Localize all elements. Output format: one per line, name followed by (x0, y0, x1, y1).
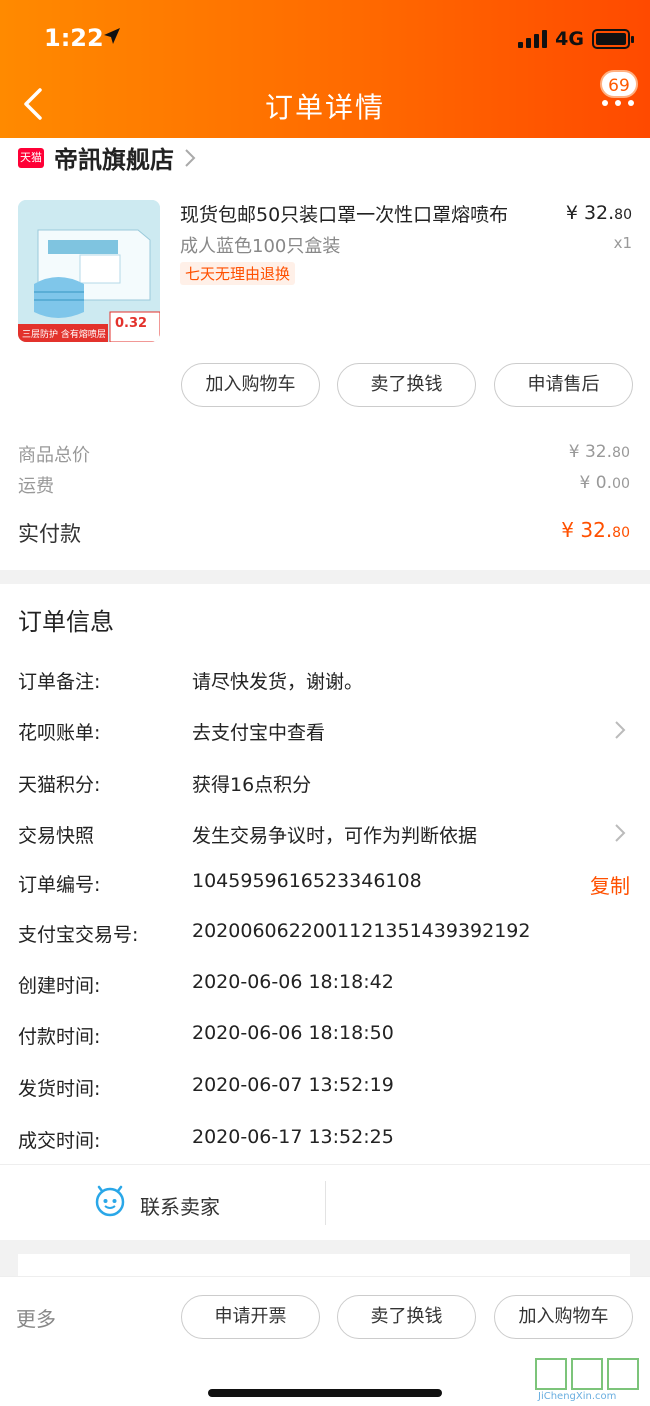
status-time: 1:22 (44, 24, 104, 52)
more-actions-button[interactable]: 更多 (16, 1303, 56, 1332)
bottom-action-bar: 更多 申请开票 卖了换钱 加入购物车 JiChengXin.com (0, 1276, 650, 1406)
network-type: 4G (555, 28, 584, 50)
chevron-right-icon[interactable] (614, 720, 626, 740)
shipping-label: 运费 (18, 476, 54, 497)
info-value: 2020-06-06 18:18:50 (192, 1022, 394, 1044)
chevron-right-icon[interactable] (614, 823, 626, 843)
alipay-trade-number: 2020060622001121351439392192 (192, 920, 531, 942)
info-label: 发货时间: (18, 1078, 101, 1100)
header-bar: 1:22 4G 订单详情 69 (0, 0, 650, 138)
info-label: 花呗账单: (18, 722, 101, 744)
page-title: 订单详情 (264, 91, 385, 124)
info-label: 订单编号: (18, 874, 101, 896)
chat-face-icon[interactable] (94, 1185, 126, 1217)
order-info-title: 订单信息 (18, 608, 114, 636)
section-divider (0, 570, 650, 584)
product-title[interactable]: 现货包邮50只装口罩一次性口罩熔喷布 (180, 200, 508, 227)
recommend-card-top (18, 1254, 630, 1278)
resell-button[interactable]: 卖了换钱 (337, 1295, 476, 1339)
home-indicator[interactable] (208, 1389, 442, 1397)
paid-cents: 80 (612, 525, 630, 541)
contact-seller-bar: 联系卖家 (0, 1164, 650, 1240)
goods-total-cents: 80 (611, 445, 630, 461)
watermark-text: JiChengXin.com (538, 1391, 617, 1402)
price-cents: 80 (614, 207, 632, 223)
product-price: ¥ 32.80 (566, 202, 632, 224)
info-value: 2020-06-17 13:52:25 (192, 1126, 394, 1148)
shop-name[interactable]: 帝訊旗舰店 (54, 140, 174, 175)
info-label: 付款时间: (18, 1026, 101, 1048)
goods-total-value: ¥ 32.80 (569, 442, 630, 462)
vertical-divider (325, 1181, 326, 1225)
shipping-main: ¥ 0. (579, 473, 612, 493)
return-policy-tag: 七天无理由退换 (180, 262, 296, 285)
info-value: 2020-06-06 18:18:42 (192, 971, 394, 993)
paid-value: ¥ 32.80 (561, 518, 630, 542)
invoice-button[interactable]: 申请开票 (181, 1295, 320, 1339)
info-label: 天猫积分: (18, 774, 101, 796)
trade-snapshot-link[interactable]: 发生交易争议时，可作为判断依据 (192, 821, 477, 848)
info-value: 获得16点积分 (192, 774, 312, 796)
contact-seller-button[interactable]: 联系卖家 (140, 1191, 220, 1220)
info-label: 支付宝交易号: (18, 924, 139, 946)
status-indicators: 4G (518, 28, 634, 50)
info-label: 创建时间: (18, 975, 101, 997)
huabei-bill-link[interactable]: 去支付宝中查看 (192, 718, 325, 745)
order-number: 1045959616523346108 (192, 870, 422, 892)
signal-icon (518, 30, 548, 48)
shipping-value: ¥ 0.00 (580, 473, 630, 493)
add-to-cart-button[interactable]: 加入购物车 (494, 1295, 633, 1339)
resell-button[interactable]: 卖了换钱 (337, 363, 476, 407)
battery-icon (592, 29, 634, 49)
paid-label: 实付款 (18, 522, 81, 546)
info-label: 交易快照 (18, 825, 95, 847)
tmall-logo: 天猫 (18, 147, 44, 168)
image-price-text: 0.32 (115, 316, 148, 331)
image-banner-text: 三层防护 含有熔喷层 (22, 330, 106, 340)
shipping-cents: 00 (611, 476, 630, 492)
product-sku: 成人蓝色100只盒装 (180, 236, 341, 257)
product-quantity: x1 (613, 234, 632, 252)
add-to-cart-button[interactable]: 加入购物车 (181, 363, 320, 407)
goods-total-label: 商品总价 (18, 445, 90, 466)
more-dots-icon[interactable] (602, 100, 634, 106)
info-value: 请尽快发货，谢谢。 (192, 671, 364, 693)
watermark-logo: JiChengXin.com (532, 1357, 650, 1406)
paid-main: ¥ 32. (561, 518, 613, 542)
goods-total-main: ¥ 32. (568, 442, 612, 462)
info-value: 2020-06-07 13:52:19 (192, 1074, 394, 1096)
shop-row[interactable]: 天猫 帝訊旗舰店 (18, 140, 196, 175)
price-main: ¥ 32. (565, 202, 615, 224)
info-label: 订单备注: (18, 671, 101, 693)
info-label: 成交时间: (18, 1130, 101, 1152)
chevron-right-icon (185, 148, 196, 167)
copy-order-number-button[interactable]: 复制 (590, 870, 630, 899)
notification-badge: 69 (600, 70, 638, 98)
after-sale-button[interactable]: 申请售后 (494, 363, 633, 407)
product-image[interactable]: 三层防护 含有熔喷层 0.32 (18, 200, 160, 342)
location-arrow-icon (104, 28, 120, 44)
